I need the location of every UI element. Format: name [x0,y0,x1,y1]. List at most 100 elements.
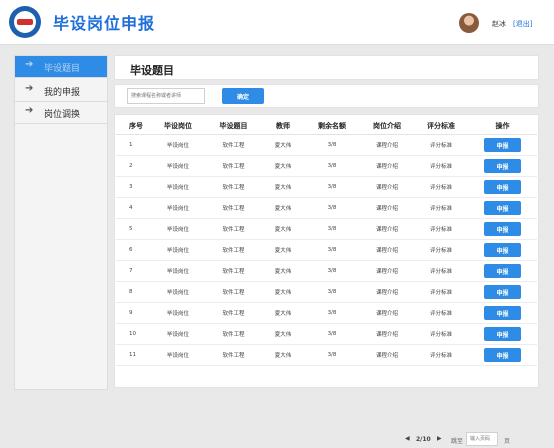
panel-header: 毕设题目 [114,55,539,80]
quota-cell: 3/8 [304,260,360,282]
teacher-cell: 夏大伟 [262,344,304,366]
criteria-cell[interactable]: 评分标准 [414,197,468,219]
intro-cell[interactable]: 课程介绍 [360,155,414,177]
jump-label: 跳至 [451,438,464,445]
quota-cell: 3/8 [304,218,360,240]
column-header: 剩余名额 [304,117,360,135]
criteria-cell[interactable]: 评分标准 [414,239,468,261]
intro-cell[interactable]: 课程介绍 [360,218,414,240]
criteria-cell[interactable]: 评分标准 [414,260,468,282]
intro-cell[interactable]: 课程介绍 [360,134,414,156]
quota-cell: 3/8 [304,134,360,156]
post-cell: 毕设岗位 [151,323,205,345]
table-row: 11 毕设岗位 软件工程 夏大伟 3/8 课程介绍 评分标准 申报 [116,344,537,366]
criteria-cell[interactable]: 评分标准 [414,134,468,156]
confirm-button[interactable]: 确定 [222,88,264,104]
apply-button[interactable]: 申报 [484,285,521,299]
action-cell: 申报 [468,218,537,240]
column-header: 序号 [116,117,151,135]
logout-link[interactable]: [退出] [513,19,532,29]
post-cell: 毕设岗位 [151,239,205,261]
intro-cell[interactable]: 课程介绍 [360,323,414,345]
main-content: 毕设题目 确定 序号 毕设岗位 毕设题目 教师 剩余名额 岗位介绍 评分标准 操… [114,55,539,446]
quota-cell: 3/8 [304,302,360,324]
criteria-cell[interactable]: 评分标准 [414,218,468,240]
sidebar-item-label: 岗位调换 [44,110,81,120]
user-name: 赵冰 [492,20,506,28]
post-cell: 毕设岗位 [151,281,205,303]
row-number: 11 [116,344,151,366]
criteria-cell[interactable]: 评分标准 [414,176,468,198]
post-cell: 毕设岗位 [151,344,205,366]
row-number: 3 [116,176,151,198]
intro-cell[interactable]: 课程介绍 [360,302,414,324]
intro-cell[interactable]: 课程介绍 [360,344,414,366]
post-cell: 毕设岗位 [151,260,205,282]
action-cell: 申报 [468,302,537,324]
next-page-icon[interactable]: ▶ [437,435,442,442]
sidebar-item-topics[interactable]: ➔ 毕设题目 [15,56,107,78]
apply-button[interactable]: 申报 [484,201,521,215]
teacher-cell: 夏大伟 [262,197,304,219]
intro-cell[interactable]: 课程介绍 [360,281,414,303]
post-cell: 毕设岗位 [151,302,205,324]
row-number: 2 [116,155,151,177]
apply-button[interactable]: 申报 [484,159,521,173]
intro-cell[interactable]: 课程介绍 [360,176,414,198]
post-cell: 毕设岗位 [151,176,205,198]
table-row: 9 毕设岗位 软件工程 夏大伟 3/8 课程介绍 评分标准 申报 [116,302,537,324]
apply-button[interactable]: 申报 [484,180,521,194]
criteria-cell[interactable]: 评分标准 [414,281,468,303]
sidebar-item-my-applications[interactable]: ➔ 我的申报 [15,80,107,102]
table-row: 6 毕设岗位 软件工程 夏大伟 3/8 课程介绍 评分标准 申报 [116,239,537,261]
page-indicator: 2/10 [416,436,431,443]
topic-cell: 软件工程 [205,197,262,219]
action-cell: 申报 [468,197,537,219]
column-header: 评分标准 [414,117,468,135]
post-cell: 毕设岗位 [151,134,205,156]
topic-cell: 软件工程 [205,176,262,198]
criteria-cell[interactable]: 评分标准 [414,302,468,324]
topic-cell: 软件工程 [205,155,262,177]
action-cell: 申报 [468,155,537,177]
action-cell: 申报 [468,134,537,156]
prev-page-icon[interactable]: ◀ [405,435,410,442]
action-cell: 申报 [468,176,537,198]
row-number: 1 [116,134,151,156]
app-header: 毕设岗位申报 赵冰 [退出] [0,0,554,45]
topic-cell: 软件工程 [205,260,262,282]
intro-cell[interactable]: 课程介绍 [360,239,414,261]
app-title: 毕设岗位申报 [53,14,156,33]
apply-button[interactable]: 申报 [484,243,521,257]
apply-button[interactable]: 申报 [484,306,521,320]
row-number: 10 [116,323,151,345]
apply-button[interactable]: 申报 [484,327,521,341]
search-input[interactable] [127,88,205,104]
criteria-cell[interactable]: 评分标准 [414,344,468,366]
table-body: 1 毕设岗位 软件工程 夏大伟 3/8 课程介绍 评分标准 申报 2 毕设岗位 软件工程 夏大伟 3/8… [116,134,537,366]
post-cell: 毕设岗位 [151,155,205,177]
apply-button[interactable]: 申报 [484,264,521,278]
quota-cell: 3/8 [304,239,360,261]
quota-cell: 3/8 [304,323,360,345]
sidebar-item-position-swap[interactable]: ➔ 岗位调换 [15,102,107,124]
row-number: 7 [116,260,151,282]
apply-button[interactable]: 申报 [484,222,521,236]
intro-cell[interactable]: 课程介绍 [360,260,414,282]
quota-cell: 3/8 [304,344,360,366]
row-number: 4 [116,197,151,219]
criteria-cell[interactable]: 评分标准 [414,155,468,177]
criteria-cell[interactable]: 评分标准 [414,323,468,345]
apply-button[interactable]: 申报 [484,348,521,362]
page-title: 毕设题目 [130,64,174,77]
intro-cell[interactable]: 课程介绍 [360,197,414,219]
topic-cell: 软件工程 [205,344,262,366]
apply-button[interactable]: 申报 [484,138,521,152]
page-number-input[interactable] [466,432,498,446]
page-unit-label: 页 [504,438,511,445]
quota-cell: 3/8 [304,197,360,219]
row-number: 8 [116,281,151,303]
action-cell: 申报 [468,239,537,261]
avatar[interactable] [459,13,479,33]
arrow-right-icon: ➔ [25,83,34,94]
